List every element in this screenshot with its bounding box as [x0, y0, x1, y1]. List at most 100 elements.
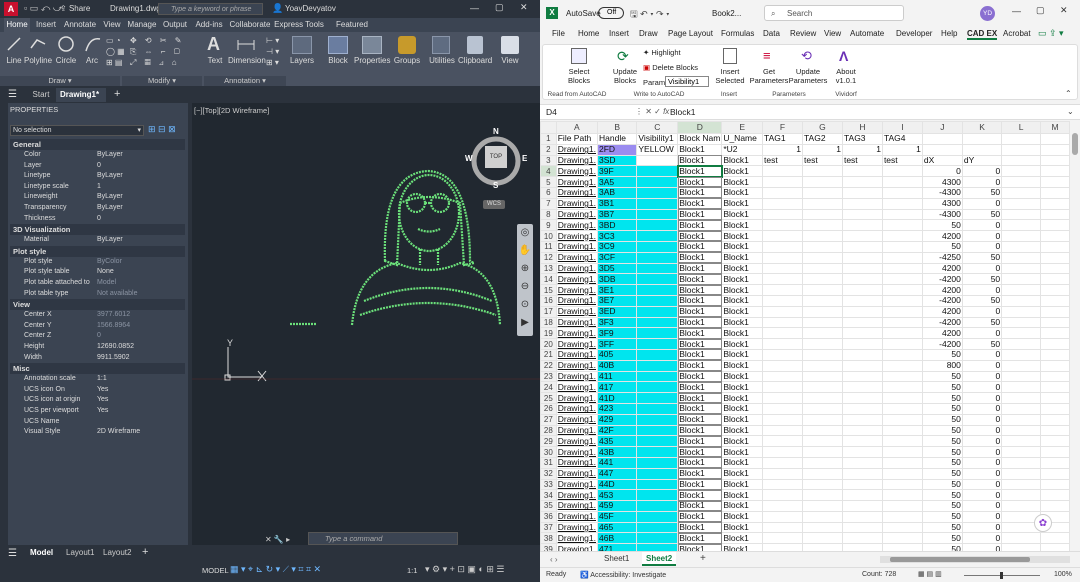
grid-cell[interactable] — [841, 208, 883, 221]
grid-cell[interactable]: Drawing1. — [555, 467, 599, 480]
grid-cell[interactable] — [802, 316, 843, 329]
grid-cell[interactable]: 50 — [921, 381, 963, 394]
grid-cell[interactable]: test — [881, 154, 923, 167]
grid-cell[interactable] — [1001, 176, 1042, 188]
grid-cell[interactable]: Visibility1 — [636, 133, 679, 145]
grid-cell[interactable]: Block1 — [721, 413, 764, 426]
palette-bar[interactable] — [0, 103, 8, 545]
grid-cell[interactable] — [1001, 133, 1042, 145]
compass-w[interactable]: W — [465, 154, 473, 163]
grid-cell[interactable] — [881, 316, 923, 329]
grid-cell[interactable]: 50 — [921, 500, 963, 512]
property-row[interactable]: Annotation scale 1:1 — [10, 374, 185, 384]
grid-cell[interactable]: 50 — [961, 294, 1003, 307]
grid-cell[interactable] — [881, 176, 923, 188]
grid-cell[interactable]: 50 — [921, 446, 963, 458]
grid-cell[interactable]: File Path — [555, 133, 599, 145]
name-box[interactable]: D4 — [544, 107, 598, 118]
grid-cell[interactable]: Drawing1. — [555, 273, 599, 286]
grid-cell[interactable]: 45F — [597, 510, 638, 523]
cell-table[interactable]: A B C D E F G H I J K L M 1 File Path Handle Visibility1… — [540, 121, 1070, 556]
table-row[interactable]: 21 Drawing1. 405 Block1 Block1 50 0 — [540, 348, 1070, 361]
grid-cell[interactable] — [961, 133, 1003, 145]
grid-cell[interactable] — [636, 294, 679, 307]
grid-cell[interactable]: -4200 — [921, 338, 963, 350]
grid-cell[interactable]: Block1 — [721, 273, 764, 286]
grid-cell[interactable] — [881, 197, 923, 210]
row-header[interactable]: 22 — [540, 359, 557, 372]
grid-cell[interactable]: Drawing1. — [555, 370, 599, 383]
grid-cell[interactable] — [802, 262, 843, 275]
grid-cell[interactable]: Block1 — [721, 467, 764, 480]
table-row[interactable]: 23 Drawing1. 411 Block1 Block1 50 0 — [540, 370, 1070, 383]
grid-cell[interactable]: 50 — [921, 489, 963, 502]
grid-cell[interactable]: 0 — [961, 262, 1003, 275]
grid-cell[interactable]: -4200 — [921, 316, 963, 329]
grid-cell[interactable]: Block1 — [721, 186, 764, 199]
grid-cell[interactable] — [881, 186, 923, 199]
row-header[interactable]: 12 — [540, 251, 557, 264]
grid-cell[interactable]: 0 — [961, 359, 1003, 372]
grid-cell[interactable]: 0 — [961, 165, 1003, 178]
tab-model[interactable]: Model — [30, 548, 53, 557]
table-row[interactable]: 11 Drawing1. 3C9 Block1 Block1 50 0 — [540, 240, 1070, 253]
grid-cell[interactable]: Block1 — [721, 370, 764, 383]
grid-cell[interactable]: 4300 — [921, 197, 963, 210]
draw-tools-icons[interactable]: ▭ ◔ ◯ ▦ ⊞ ▤ — [106, 35, 125, 68]
view-button[interactable]: View — [496, 56, 524, 65]
grid-cell[interactable]: 4200 — [921, 284, 963, 296]
row-header[interactable]: 13 — [540, 262, 557, 275]
compass-s[interactable]: S — [493, 181, 498, 190]
grid-cell[interactable]: Drawing1. — [555, 165, 599, 178]
grid-cell[interactable]: 423 — [597, 402, 638, 415]
tab-output[interactable]: Output — [160, 18, 190, 32]
grid-cell[interactable] — [921, 133, 963, 145]
table-row[interactable]: 19 Drawing1. 3F9 Block1 Block1 4200 0 — [540, 327, 1070, 340]
row-header[interactable]: 1 — [540, 133, 557, 145]
grid-cell[interactable] — [762, 284, 803, 296]
row-header[interactable]: 5 — [540, 176, 557, 188]
table-row[interactable]: 16 Drawing1. 3E7 Block1 Block1 -4200 50 — [540, 294, 1070, 307]
property-row[interactable]: Lineweight ByLayer — [10, 192, 185, 202]
grid-cell[interactable]: 50 — [921, 402, 963, 415]
grid-cell[interactable] — [636, 284, 679, 296]
grid-cell[interactable]: 3E1 — [597, 284, 638, 296]
drawing-canvas[interactable]: [−][Top][2D Wireframe] Y TOP N S W E WCS… — [192, 103, 540, 545]
grid-cell[interactable] — [1040, 327, 1070, 340]
circle-button[interactable]: Circle — [54, 56, 78, 65]
grid-cell[interactable]: Block1 — [721, 154, 764, 167]
grid-cell[interactable]: Block1 — [677, 521, 723, 534]
grid-cell[interactable] — [1001, 327, 1042, 340]
selection-dropdown[interactable]: No selection ▾ — [10, 125, 144, 136]
grid-cell[interactable] — [1040, 284, 1070, 296]
grid-cell[interactable] — [802, 424, 843, 437]
wcs-menu[interactable]: WCS — [483, 200, 505, 209]
grid-cell[interactable]: TAG4 — [881, 133, 923, 145]
grid-cell[interactable]: Block1 — [677, 240, 723, 253]
grid-cell[interactable]: Block1 — [677, 510, 723, 523]
row-header[interactable]: 21 — [540, 348, 557, 361]
grid-cell[interactable]: Block1 — [721, 381, 764, 394]
grid-cell[interactable] — [762, 197, 803, 210]
grid-cell[interactable]: 3ED — [597, 305, 638, 318]
grid-cell[interactable]: Drawing1. — [555, 435, 599, 448]
grid-cell[interactable]: Block1 — [677, 467, 723, 480]
grid-cell[interactable]: Block1 — [677, 316, 723, 329]
grid-cell[interactable] — [841, 348, 883, 361]
avatar[interactable]: YD — [980, 6, 995, 21]
property-row[interactable]: Plot table type Not available — [10, 289, 185, 299]
table-row[interactable]: 35 Drawing1. 459 Block1 Block1 50 0 — [540, 500, 1070, 512]
grid-cell[interactable] — [762, 230, 803, 242]
grid-cell[interactable]: Block1 — [677, 327, 723, 340]
grid-cell[interactable] — [881, 305, 923, 318]
grid-cell[interactable]: 0 — [961, 435, 1003, 448]
draw-group-label[interactable]: Draw ▾ — [0, 76, 120, 86]
grid-cell[interactable]: 465 — [597, 521, 638, 534]
grid-cell[interactable] — [762, 262, 803, 275]
row-header[interactable]: 33 — [540, 478, 557, 491]
grid-cell[interactable] — [1001, 208, 1042, 221]
column-header[interactable]: I — [881, 121, 923, 134]
grid-cell[interactable]: 0 — [961, 402, 1003, 415]
props-section-header[interactable]: Misc — [10, 363, 185, 375]
delete-blocks-button[interactable]: ▣ Delete Blocks — [643, 63, 698, 72]
